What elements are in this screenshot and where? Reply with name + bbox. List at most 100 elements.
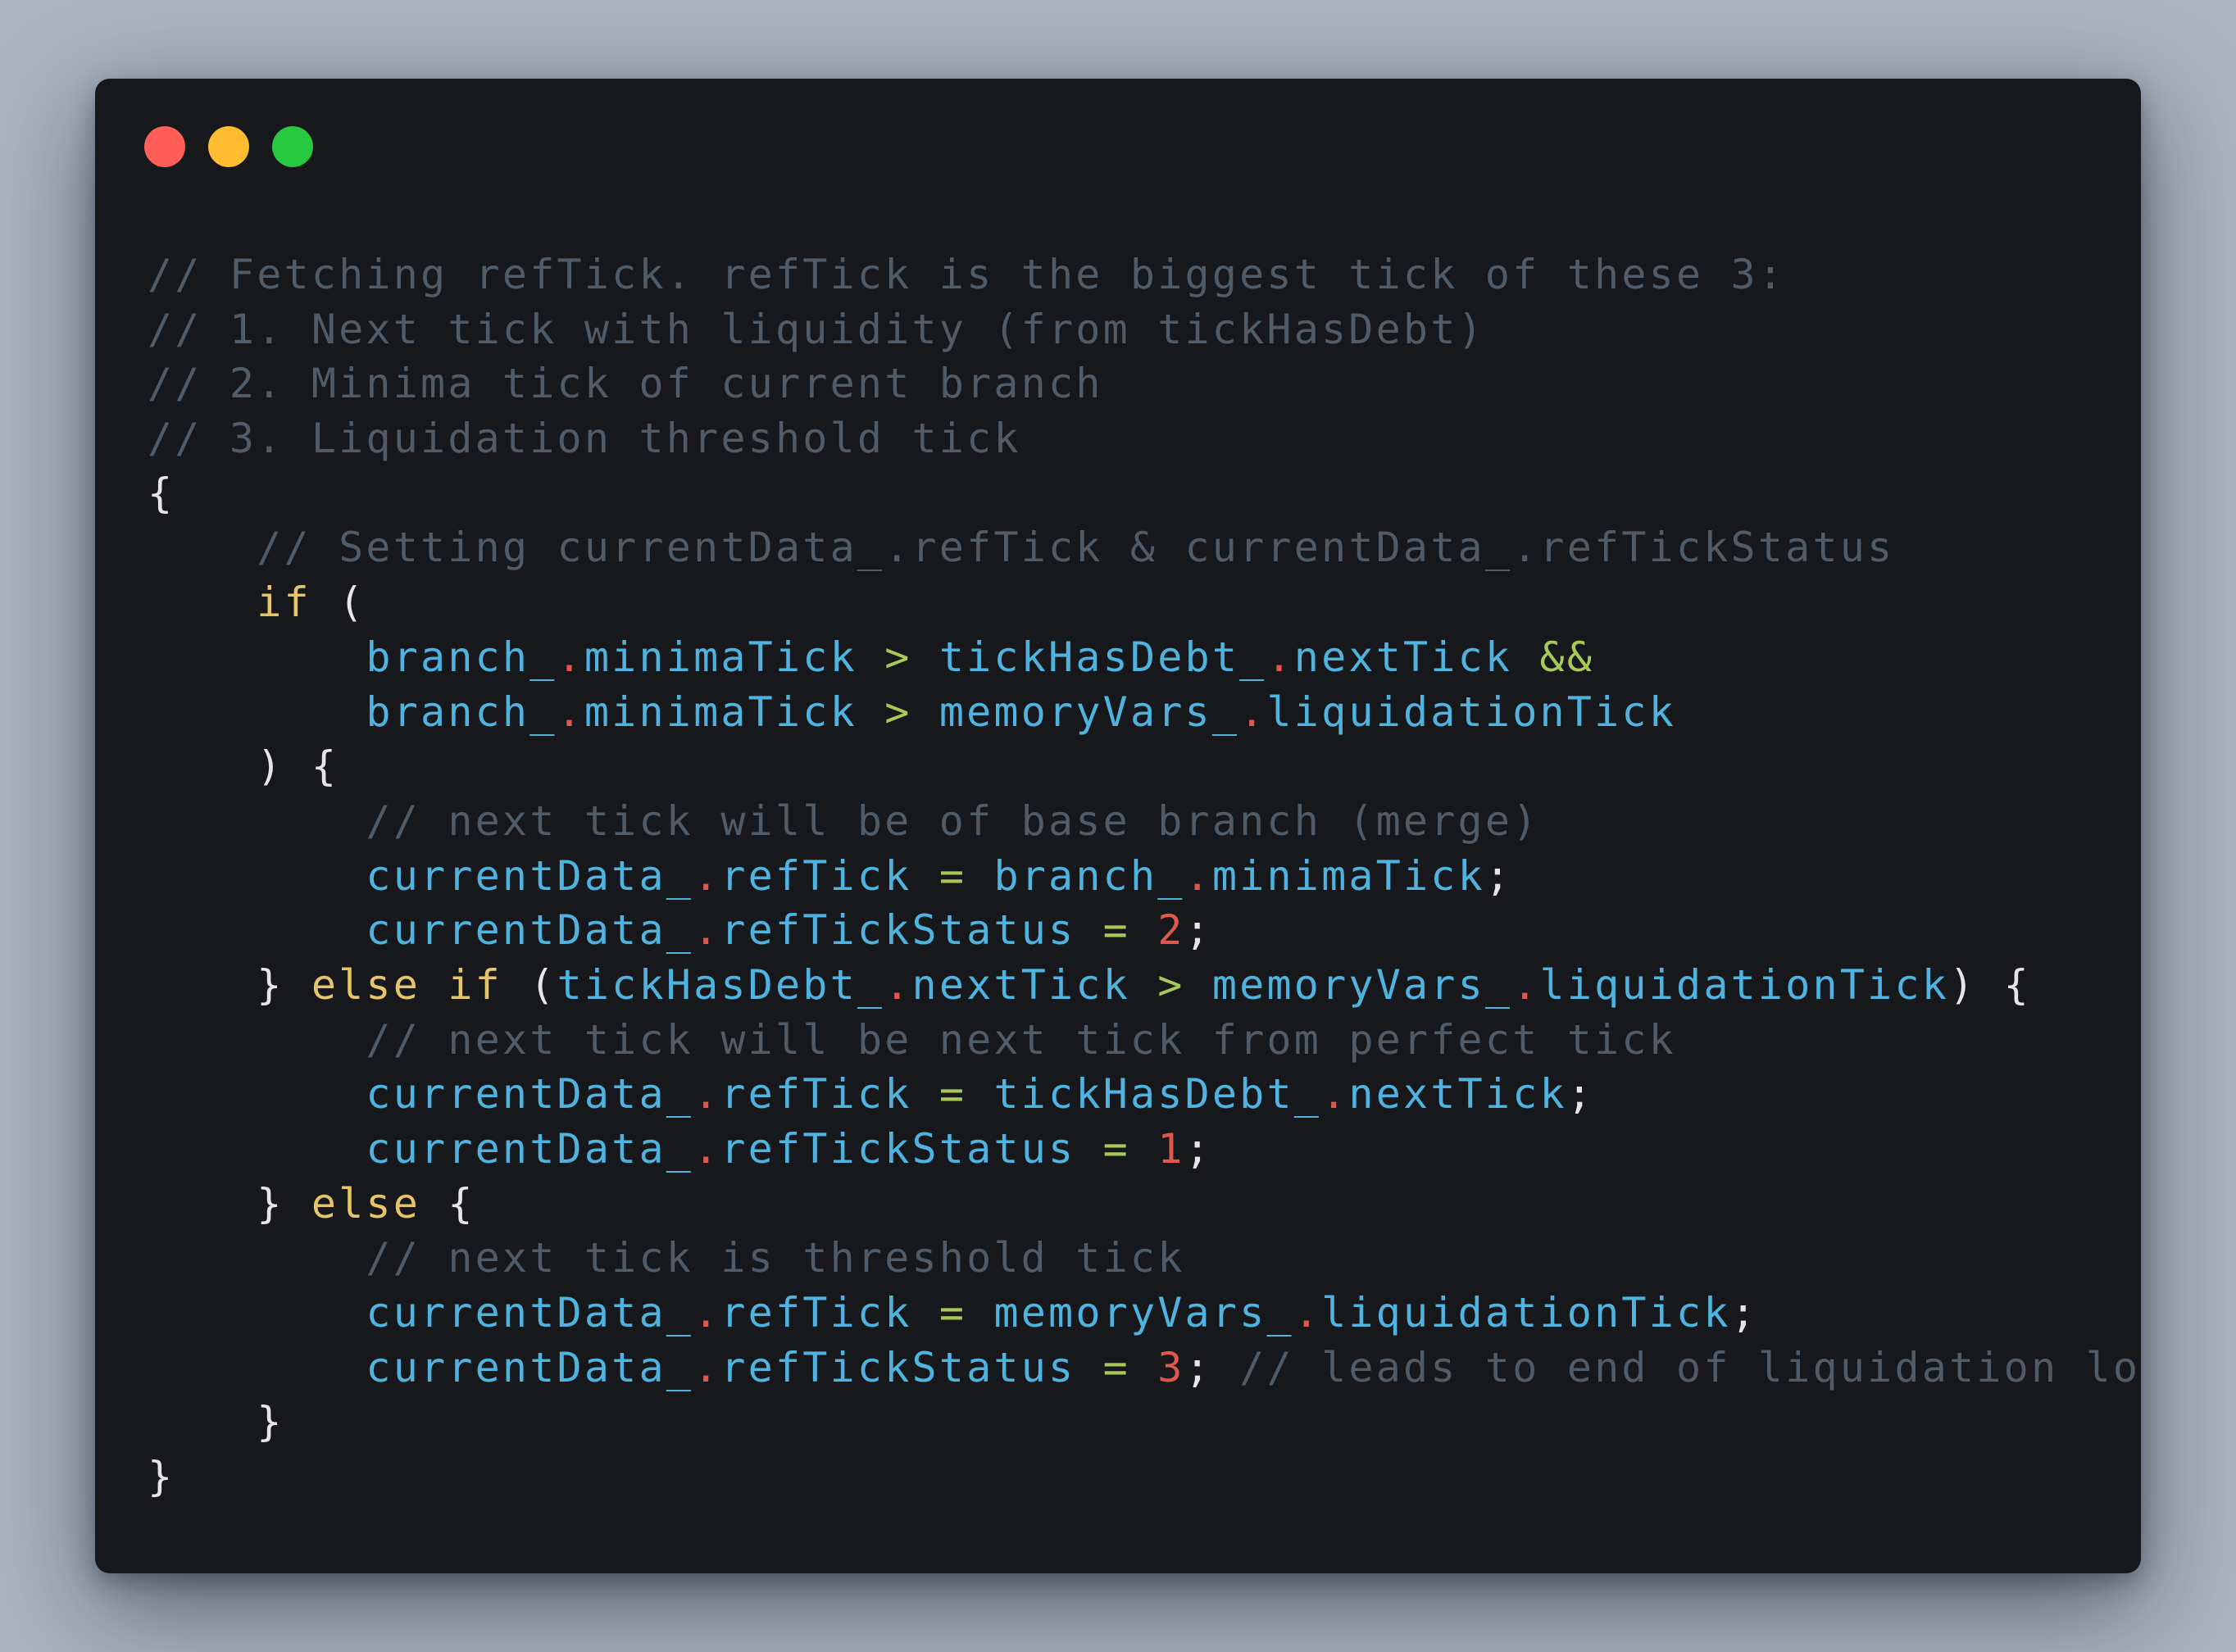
code-comment: // next tick will be of base branch (mer… xyxy=(366,796,1540,845)
code-comment: // 3. Liquidation threshold tick xyxy=(148,415,1021,463)
code-identifier: currentData_ xyxy=(366,851,694,900)
code-line: currentData_.refTick = tickHasDebt_.next… xyxy=(148,1067,2141,1122)
code-line: // Fetching refTick. refTick is the bigg… xyxy=(148,247,2141,302)
code-comment: // next tick will be next tick from perf… xyxy=(366,1015,1676,1064)
code-dot: . xyxy=(884,960,912,1009)
code-identifier: minimaTick xyxy=(584,633,857,681)
code-identifier: tickHasDebt_ xyxy=(938,633,1267,681)
code-dot: . xyxy=(1239,688,1267,736)
code-comment: // Setting currentData_.refTick & curren… xyxy=(257,524,1895,572)
code-line: currentData_.refTickStatus = 2; xyxy=(148,903,2141,958)
zoom-button[interactable] xyxy=(272,126,313,167)
code-dot: . xyxy=(1184,851,1212,900)
code-line: currentData_.refTick = branch_.minimaTic… xyxy=(148,849,2141,904)
close-button[interactable] xyxy=(144,126,185,167)
code-dot: . xyxy=(1321,1070,1349,1119)
code-keyword: else if xyxy=(311,960,502,1009)
code-identifier: liquidationTick xyxy=(1321,1289,1731,1337)
code-punctuation: { xyxy=(420,1179,475,1228)
code-dot: . xyxy=(557,633,584,681)
code-line: // next tick will be of base branch (mer… xyxy=(148,794,2141,849)
code-identifier: currentData_ xyxy=(366,1125,694,1173)
code-identifier: refTick xyxy=(720,851,912,900)
code-operator: = xyxy=(938,1289,967,1337)
code-identifier: tickHasDebt_ xyxy=(993,1070,1322,1119)
code-line: if ( xyxy=(148,575,2141,630)
code-identifier: memoryVars_ xyxy=(1211,960,1513,1009)
code-line: currentData_.refTickStatus = 3; // leads… xyxy=(148,1341,2141,1396)
code-punctuation: ; xyxy=(1566,1070,1595,1119)
code-line: } xyxy=(148,1395,2141,1450)
code-identifier: tickHasDebt_ xyxy=(557,960,885,1009)
code-punctuation: ) { xyxy=(257,742,339,791)
code-number: 1 xyxy=(1157,1125,1185,1173)
code-operator: > xyxy=(1157,960,1185,1009)
code-punctuation: } xyxy=(257,1398,284,1446)
code-line: } else if (tickHasDebt_.nextTick > memor… xyxy=(148,958,2141,1013)
code-punctuation: ( xyxy=(502,960,557,1009)
code-dot: . xyxy=(693,1343,721,1391)
code-line: // next tick will be next tick from perf… xyxy=(148,1013,2141,1068)
code-identifier: refTick xyxy=(720,1070,912,1119)
code-punctuation: ; xyxy=(1484,851,1513,900)
code-operator: = xyxy=(938,851,967,900)
code-punctuation: ; xyxy=(1184,1343,1212,1391)
code-operator: = xyxy=(1102,1343,1130,1391)
code-comment: // Fetching refTick. refTick is the bigg… xyxy=(148,251,1786,298)
code-identifier: branch_ xyxy=(366,633,557,681)
code-identifier: nextTick xyxy=(1293,633,1513,681)
code-punctuation: ( xyxy=(311,579,366,627)
code-dot: . xyxy=(693,851,721,900)
window-controls xyxy=(144,126,313,169)
code-line: } xyxy=(148,1450,2141,1504)
code-line: ) { xyxy=(148,739,2141,794)
code-identifier: refTickStatus xyxy=(720,1343,1076,1391)
code-identifier: memoryVars_ xyxy=(993,1289,1294,1337)
code-identifier: currentData_ xyxy=(366,1343,694,1391)
code-operator: && xyxy=(1539,633,1595,681)
code-identifier: refTick xyxy=(720,1289,912,1337)
code-operator: > xyxy=(884,688,912,736)
code-dot: . xyxy=(693,1070,721,1119)
code-line: currentData_.refTickStatus = 1; xyxy=(148,1122,2141,1177)
code-identifier: liquidationTick xyxy=(1539,960,1950,1009)
code-identifier: currentData_ xyxy=(366,1289,694,1337)
code-number: 3 xyxy=(1157,1343,1185,1391)
code-operator: = xyxy=(1102,1125,1130,1173)
minimize-button[interactable] xyxy=(208,126,249,167)
code-punctuation: ) { xyxy=(1949,960,2031,1009)
code-line: // 3. Liquidation threshold tick xyxy=(148,411,2141,466)
code-block: // Fetching refTick. refTick is the bigg… xyxy=(148,247,2141,1504)
code-dot: . xyxy=(557,688,584,736)
code-line: } else { xyxy=(148,1177,2141,1232)
code-punctuation: } xyxy=(257,960,311,1009)
code-keyword: if xyxy=(257,579,311,627)
code-punctuation: } xyxy=(257,1179,311,1228)
code-identifier: branch_ xyxy=(993,851,1185,900)
